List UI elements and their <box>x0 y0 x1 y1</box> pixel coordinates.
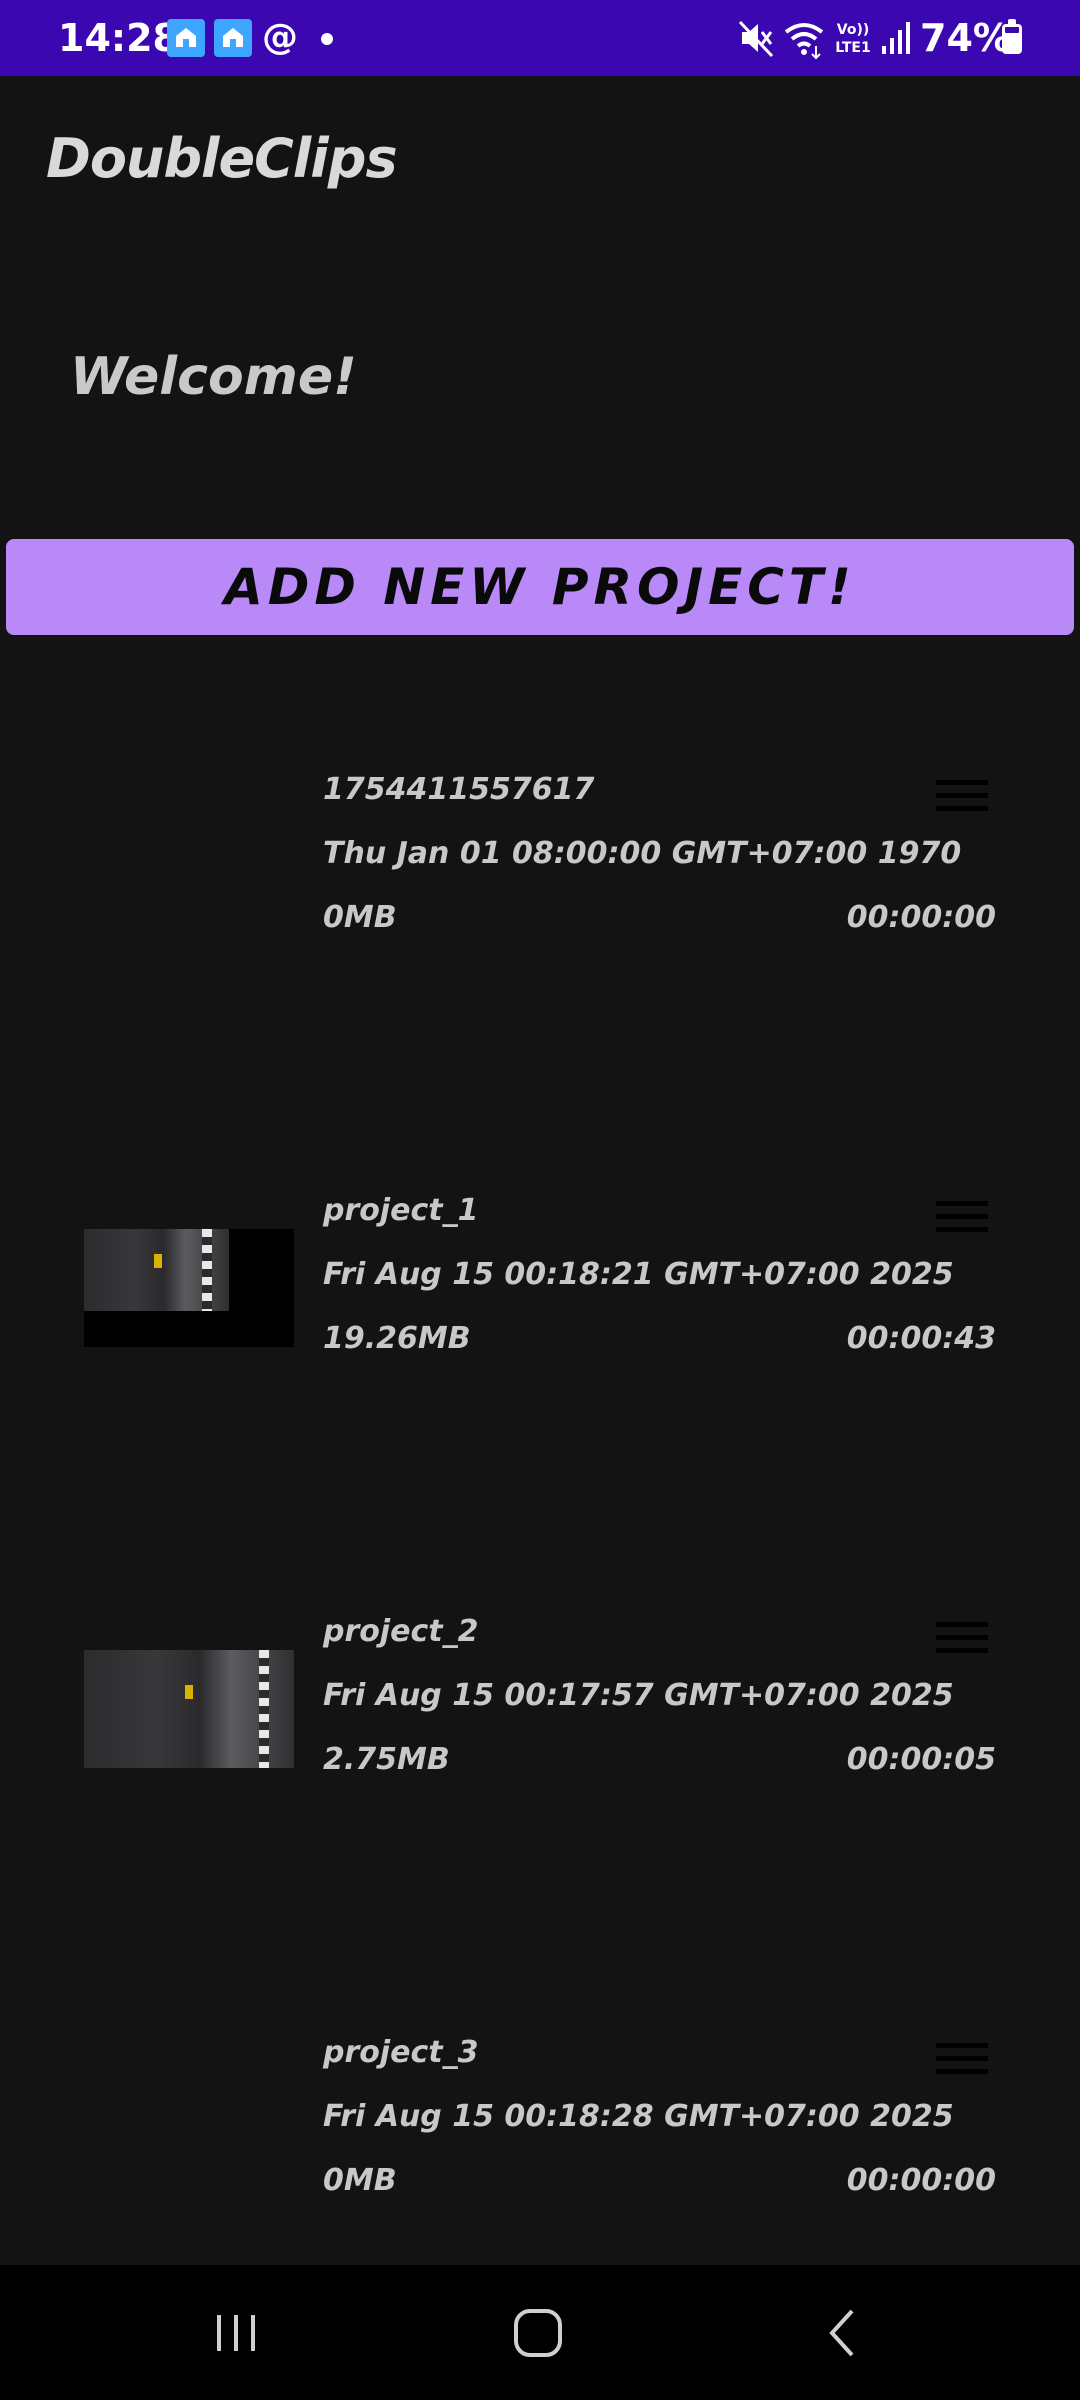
mute-icon <box>738 20 774 58</box>
add-new-project-button[interactable]: ADD NEW PROJECT! <box>6 539 1074 635</box>
app-screen: 14:28 @ Vo)) LTE1 74% DoubleClips Welcom… <box>0 0 1080 2400</box>
svg-text:LTE1: LTE1 <box>835 40 870 56</box>
svg-text:Vo)): Vo)) <box>837 22 869 38</box>
project-list-item[interactable]: project_1 Fri Aug 15 00:18:21 GMT+07:00 … <box>0 1191 1080 1451</box>
status-time: 14:28 <box>58 16 179 60</box>
home-notification-icon <box>214 19 252 57</box>
project-size: 0MB <box>323 2163 397 2198</box>
project-name: project_1 <box>323 1193 479 1228</box>
project-name: project_3 <box>323 2035 479 2070</box>
recent-apps-button[interactable] <box>156 2265 316 2400</box>
project-menu-icon[interactable] <box>936 778 988 814</box>
navigation-bar <box>0 2265 1080 2400</box>
battery-percent: 74% <box>920 16 1011 60</box>
project-list-item[interactable]: project_3 Fri Aug 15 00:18:28 GMT+07:00 … <box>0 2033 1080 2293</box>
project-size: 2.75MB <box>323 1742 450 1777</box>
project-list-item[interactable]: project_2 Fri Aug 15 00:17:57 GMT+07:00 … <box>0 1612 1080 1872</box>
video-frame <box>84 1229 229 1311</box>
project-duration: 00:00:05 <box>846 1742 996 1777</box>
project-duration: 00:00:00 <box>846 2163 996 2198</box>
more-notifications-dot <box>321 33 333 45</box>
welcome-heading: Welcome! <box>70 347 357 407</box>
project-menu-icon[interactable] <box>936 1199 988 1235</box>
back-button[interactable] <box>762 2265 922 2400</box>
volte-icon: Vo)) LTE1 <box>835 22 870 56</box>
project-date: Fri Aug 15 00:18:28 GMT+07:00 2025 <box>323 2099 954 2134</box>
project-thumbnail <box>84 1650 294 1768</box>
wifi-icon <box>784 23 824 60</box>
home-icon <box>514 2308 562 2357</box>
project-duration: 00:00:43 <box>846 1321 996 1356</box>
project-date: Fri Aug 15 00:17:57 GMT+07:00 2025 <box>323 1678 954 1713</box>
project-list-item[interactable]: 1754411557617 Thu Jan 01 08:00:00 GMT+07… <box>0 770 1080 1030</box>
recent-apps-icon <box>217 2314 255 2351</box>
signal-icon <box>882 22 910 54</box>
project-size: 0MB <box>323 900 397 935</box>
back-icon <box>829 2309 854 2356</box>
project-date: Fri Aug 15 00:18:21 GMT+07:00 2025 <box>323 1257 954 1292</box>
threads-icon: @ <box>262 17 298 58</box>
project-duration: 00:00:00 <box>846 900 996 935</box>
project-menu-icon[interactable] <box>936 2041 988 2077</box>
home-button[interactable] <box>458 2265 618 2400</box>
project-date: Thu Jan 01 08:00:00 GMT+07:00 1970 <box>323 836 962 871</box>
project-name: project_2 <box>323 1614 479 1649</box>
project-name: 1754411557617 <box>323 772 595 807</box>
battery-icon <box>1002 19 1022 54</box>
video-frame <box>84 1650 294 1768</box>
home-notification-icon <box>167 19 205 57</box>
project-menu-icon[interactable] <box>936 1620 988 1656</box>
project-thumbnail <box>84 1229 294 1347</box>
status-bar: 14:28 @ Vo)) LTE1 74% <box>0 0 1080 76</box>
app-title: DoubleClips <box>46 127 398 190</box>
project-size: 19.26MB <box>323 1321 471 1356</box>
